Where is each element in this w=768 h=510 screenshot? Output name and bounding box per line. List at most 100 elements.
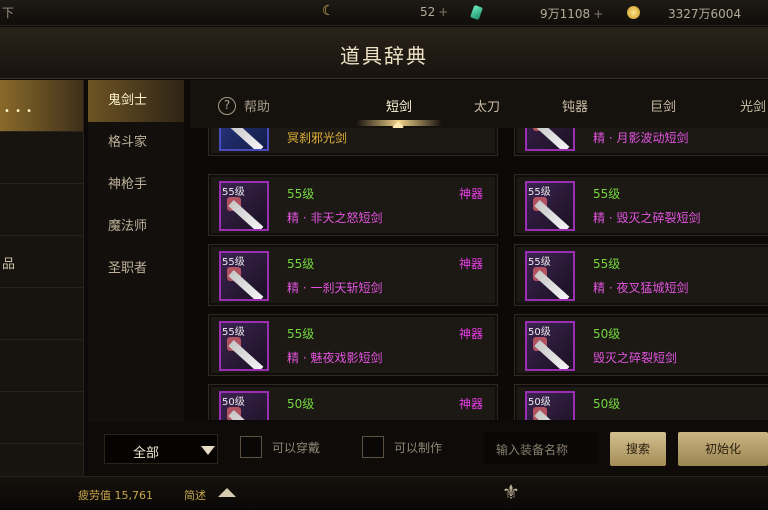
icon-level-tag: 55级	[528, 187, 551, 198]
class-item-fighter[interactable]: 格斗家	[88, 122, 184, 164]
item-card[interactable]: 50级 50级	[514, 384, 768, 420]
gem-value: 9万1108	[540, 7, 591, 21]
category-select[interactable]: 全部	[104, 434, 218, 464]
guild-emblem-icon[interactable]: ⚜	[496, 480, 526, 506]
item-name: 精 · 一刹天斩短剑	[287, 281, 383, 295]
help-button[interactable]: ? 帮助	[218, 96, 270, 115]
item-rank: 神器	[458, 257, 483, 271]
item-search-input[interactable]: 输入装备名称	[484, 432, 598, 464]
item-card[interactable]: 50级 50级 神器	[208, 384, 498, 420]
category-select-value: 全部	[133, 446, 160, 461]
item-card[interactable]: 55级 55级 精 · 夜叉猛城短剑	[514, 244, 768, 306]
icon-level-tag: 50级	[222, 397, 245, 408]
bottom-status-bar: 疲劳值 15,761 简述 ⚜	[0, 476, 768, 510]
sword-icon: 55级	[219, 321, 269, 371]
tab-short-sword[interactable]: 短剑	[386, 96, 412, 115]
tab-katana[interactable]: 太刀	[474, 96, 500, 115]
outer-nav-item-4[interactable]	[0, 288, 83, 340]
item-name: 毁灭之碎裂短剑	[593, 351, 678, 365]
item-card[interactable]: 50级 50级 毁灭之碎裂短剑	[514, 314, 768, 376]
item-rank: 神器	[458, 397, 483, 411]
outer-nav-item-1[interactable]	[0, 132, 83, 184]
question-icon: ?	[218, 96, 236, 115]
sword-icon: 50级	[525, 321, 575, 371]
outer-nav-label: 品	[2, 257, 16, 272]
outer-category-nav: • • • 品	[0, 80, 84, 476]
sword-icon: 50级	[219, 391, 269, 420]
title-bar: 道具辞典	[0, 27, 768, 79]
item-name: 精 · 夜叉猛城短剑	[593, 281, 689, 295]
item-name: 精 · 月影波动短剑	[593, 131, 689, 145]
item-level: 50级	[593, 397, 621, 411]
expand-up-icon[interactable]	[218, 488, 236, 497]
item-card[interactable]: 55级 55级 神器 精 · 非天之怒短剑	[208, 174, 498, 236]
icon-level-tag: 55级	[222, 327, 245, 338]
search-button[interactable]: 搜索	[610, 432, 666, 466]
outer-nav-item-5[interactable]	[0, 340, 83, 392]
craftable-checkbox[interactable]	[362, 436, 384, 458]
item-level: 55级	[287, 257, 315, 271]
icon-level-tag: 55级	[528, 257, 551, 268]
tab-greatsword[interactable]: 巨剑	[650, 96, 676, 115]
add-gem-icon[interactable]: +	[593, 7, 603, 21]
item-name: 精 · 非天之怒短剑	[287, 211, 383, 225]
outer-nav-item-3[interactable]: 品	[0, 236, 83, 288]
outer-nav-item-6[interactable]	[0, 392, 83, 444]
sword-icon: 55级	[219, 181, 269, 231]
wearable-checkbox[interactable]	[240, 436, 262, 458]
top-status-bar: 下 ☾ 52 + 9万1108 + 3327万6004	[0, 0, 768, 26]
topbar-left-label: 下	[2, 6, 15, 20]
item-rank: 神器	[458, 327, 483, 341]
class-item-slayer[interactable]: 鬼剑士	[88, 80, 184, 122]
weapon-tabs: ? 帮助 短剑 太刀 钝器 巨剑 光剑	[190, 80, 768, 133]
gem-counter[interactable]: 9万1108 +	[540, 5, 603, 22]
gold-value: 3327万6004	[668, 7, 742, 21]
sword-icon: 55级	[219, 251, 269, 301]
item-name: 精 · 魅夜戏影短剑	[287, 351, 383, 365]
craftable-label: 可以制作	[394, 441, 443, 455]
item-level: 50级	[593, 327, 621, 341]
reset-button[interactable]: 初始化	[678, 432, 768, 466]
chevron-down-icon	[201, 446, 215, 455]
tab-lightsaber[interactable]: 光剑	[740, 96, 766, 115]
gem-icon	[470, 4, 483, 21]
active-marker-icon: • • •	[4, 106, 34, 117]
add-fatigue-icon[interactable]: +	[438, 5, 448, 19]
class-item-mage[interactable]: 魔法师	[88, 206, 184, 248]
outer-nav-item-0[interactable]: • • •	[0, 80, 83, 132]
item-level: 55级	[593, 187, 621, 201]
sword-icon	[219, 128, 269, 151]
fatigue-readout: 疲劳值 15,761	[78, 489, 153, 502]
icon-level-tag: 50级	[528, 397, 551, 408]
sword-icon: 55级	[525, 251, 575, 301]
item-rank: 神器	[458, 187, 483, 201]
item-level: 55级	[287, 187, 315, 201]
summary-toggle-label[interactable]: 简述	[184, 487, 206, 503]
sword-icon: 50级	[525, 391, 575, 420]
wearable-label: 可以穿戴	[272, 441, 321, 455]
item-card[interactable]: 冥刹邪光剑	[208, 128, 498, 156]
item-card[interactable]: 精 · 月影波动短剑	[514, 128, 768, 156]
item-card[interactable]: 55级 55级 神器 精 · 魅夜戏影短剑	[208, 314, 498, 376]
item-level: 55级	[287, 327, 315, 341]
page-title: 道具辞典	[340, 44, 428, 68]
item-level: 55级	[593, 257, 621, 271]
item-name: 精 · 毁灭之碎裂短剑	[593, 211, 701, 225]
fatigue-counter[interactable]: 52 +	[420, 5, 448, 19]
sword-icon	[525, 128, 575, 151]
outer-nav-item-2[interactable]	[0, 184, 83, 236]
filter-bar: 全部 可以穿戴 可以制作 输入装备名称 搜索 初始化	[88, 422, 768, 476]
class-item-priest[interactable]: 圣职者	[88, 248, 184, 290]
class-item-gunner[interactable]: 神枪手	[88, 164, 184, 206]
moon-icon: ☾	[322, 3, 335, 19]
tab-blunt[interactable]: 钝器	[562, 96, 588, 115]
item-grid[interactable]: 冥刹邪光剑 精 · 月影波动短剑 55级 55级 神器 精 · 非天之怒短剑 5…	[198, 128, 768, 420]
icon-level-tag: 50级	[528, 327, 551, 338]
icon-level-tag: 55级	[222, 257, 245, 268]
item-card[interactable]: 55级 55级 神器 精 · 一刹天斩短剑	[208, 244, 498, 306]
icon-level-tag: 55级	[222, 187, 245, 198]
fatigue-value: 52	[420, 5, 436, 19]
gold-coin-icon	[627, 6, 640, 19]
item-card[interactable]: 55级 55级 精 · 毁灭之碎裂短剑	[514, 174, 768, 236]
sword-icon: 55级	[525, 181, 575, 231]
